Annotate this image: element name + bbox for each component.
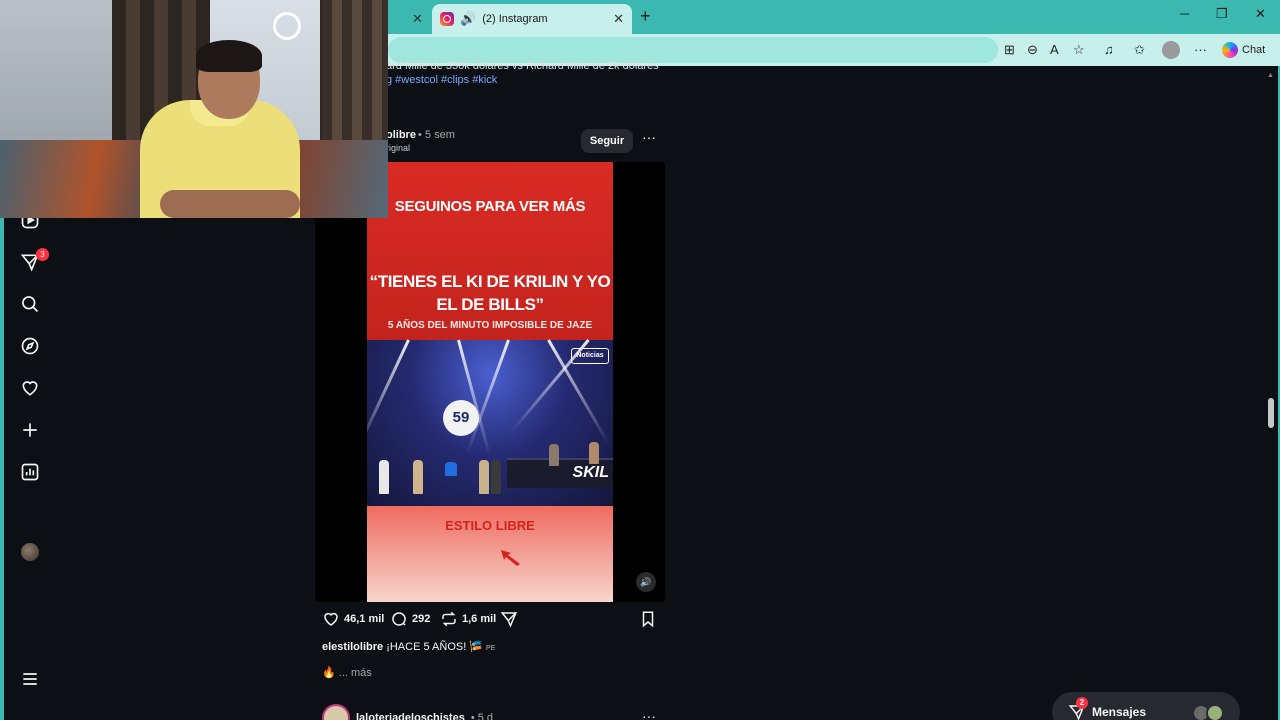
like-button[interactable]: 46,1 mil	[322, 610, 384, 628]
corner-logo: Noticias	[571, 348, 609, 364]
next-post-header: laloteriadeloschistes • 5 d	[322, 704, 493, 720]
post-username[interactable]: olibre	[386, 129, 416, 141]
browser-more-button[interactable]: ···	[1194, 42, 1207, 57]
next-post-options-button[interactable]: ···	[642, 708, 656, 720]
video-footer-card: ESTILO LIBRE	[367, 506, 613, 602]
caption-username[interactable]: elestilolibre	[322, 641, 383, 653]
comment-icon	[392, 612, 406, 626]
favorite-star-icon[interactable]: ☆	[1073, 42, 1085, 58]
close-tab-icon[interactable]: ✕	[412, 11, 423, 27]
more-link[interactable]: 🔥 ... más	[322, 666, 372, 679]
maximize-button[interactable]: ❐	[1216, 6, 1228, 22]
close-window-button[interactable]: ✕	[1255, 6, 1266, 22]
tab-title: (2) Instagram	[482, 13, 548, 25]
previous-post-hashtags[interactable]: g #westcol #clips #kick	[386, 74, 497, 86]
like-count: 46,1 mil	[344, 613, 385, 625]
video-title-card: SEGUINOS PARA VER MÁS “TIENES EL KI DE K…	[367, 162, 613, 340]
previous-tab[interactable]: ✕	[392, 4, 432, 34]
new-tab-button[interactable]: +	[640, 6, 651, 27]
next-post-avatar[interactable]	[322, 704, 350, 720]
performer	[491, 460, 501, 494]
previous-post-caption: ard Mille de 350k dólares vs Richard Mil…	[386, 60, 659, 72]
pointer-arrow-icon	[501, 550, 520, 566]
battle-timer: 59	[443, 400, 479, 436]
instagram-favicon-icon	[440, 12, 454, 26]
extensions-icon[interactable]: ♫	[1104, 42, 1114, 57]
estilo-libre-brand: ESTILO LIBRE	[445, 518, 535, 533]
next-post-username[interactable]: laloteriadeloschistes	[356, 712, 465, 720]
performer	[549, 444, 559, 466]
search-icon[interactable]	[20, 294, 40, 314]
performer	[479, 460, 489, 494]
caption-text: ¡HACE 5 AÑOS!	[386, 641, 467, 653]
menu-icon[interactable]	[20, 669, 40, 689]
webcam-overlay	[0, 0, 388, 218]
next-post-timestamp: • 5 d	[470, 712, 494, 720]
performer	[589, 442, 599, 464]
repost-count: 1,6 mil	[462, 613, 497, 625]
send-icon: 2	[1068, 697, 1088, 720]
profile-avatar[interactable]	[21, 543, 39, 561]
notification-badge: 3	[36, 248, 49, 261]
post-options-button[interactable]: ···	[642, 129, 656, 145]
sign	[445, 462, 457, 476]
speaker-icon[interactable]: 🔊	[460, 11, 476, 27]
fire-icon: 🔥	[322, 667, 336, 679]
post-video[interactable]: SEGUINOS PARA VER MÁS “TIENES EL KI DE K…	[367, 162, 613, 602]
performer	[413, 460, 423, 494]
scroll-up-icon[interactable]: ▲	[1267, 72, 1274, 79]
heart-icon	[324, 612, 338, 626]
follow-button[interactable]: Seguir	[581, 129, 633, 153]
video-stage-scene: 59 Noticias SKIL	[367, 339, 613, 506]
flag-icon: 🎏	[469, 641, 484, 653]
share-button[interactable]	[500, 610, 518, 628]
post-caption: elestilolibre ¡HACE 5 AÑOS! 🎏 PE	[322, 640, 495, 653]
banner-text: SKIL	[572, 464, 609, 481]
zoom-icon[interactable]: ⊖	[1027, 42, 1038, 58]
favorites-icon[interactable]: ✩	[1134, 42, 1145, 58]
close-tab-icon[interactable]: ✕	[613, 11, 624, 27]
avatar	[1206, 704, 1224, 720]
comment-button[interactable]: 292	[390, 610, 430, 628]
video-quote: “TIENES EL KI DE KRILIN Y YO EL DE BILLS…	[369, 272, 611, 314]
messages-badge: 2	[1076, 697, 1088, 709]
page-scrollbar[interactable]: ▲	[1264, 66, 1278, 720]
apps-icon[interactable]: ⊞	[1004, 42, 1015, 58]
send-icon	[500, 612, 518, 628]
comment-count: 292	[412, 613, 431, 625]
chat-label: Chat	[1242, 44, 1266, 56]
copilot-chat-button[interactable]: Chat	[1222, 42, 1265, 58]
explore-icon[interactable]	[20, 336, 40, 356]
sound-toggle-button[interactable]: 🔊	[636, 572, 656, 592]
browser-profile-avatar[interactable]	[1162, 41, 1180, 59]
more-label: ... más	[338, 667, 372, 679]
copilot-icon	[1222, 42, 1238, 58]
heart-icon[interactable]	[20, 378, 40, 398]
flag-label: PE	[486, 645, 496, 652]
scroll-thumb[interactable]	[1268, 398, 1274, 428]
post-timestamp: • 5 sem	[418, 129, 455, 141]
repost-button[interactable]: 1,6 mil	[440, 610, 496, 628]
performer	[379, 460, 389, 494]
repost-icon	[442, 611, 456, 627]
bookmark-icon[interactable]	[639, 610, 657, 628]
messages-button[interactable]: 2 Mensajes	[1052, 692, 1240, 720]
messages-avatars	[1192, 704, 1226, 720]
read-aloud-icon[interactable]: A	[1050, 42, 1059, 57]
post-audio-label[interactable]: riginal	[386, 143, 410, 153]
video-headline: SEGUINOS PARA VER MÁS	[394, 198, 586, 215]
dashboard-icon[interactable]	[20, 462, 40, 482]
tab-instagram[interactable]: 🔊 (2) Instagram ✕	[432, 4, 632, 34]
messages-label: Mensajes	[1092, 705, 1147, 719]
ring-light	[273, 12, 301, 40]
video-subline: 5 AÑOS DEL MINUTO IMPOSIBLE DE JAZE	[387, 320, 593, 331]
minimize-button[interactable]: ─	[1180, 6, 1189, 21]
create-icon[interactable]	[20, 420, 40, 440]
